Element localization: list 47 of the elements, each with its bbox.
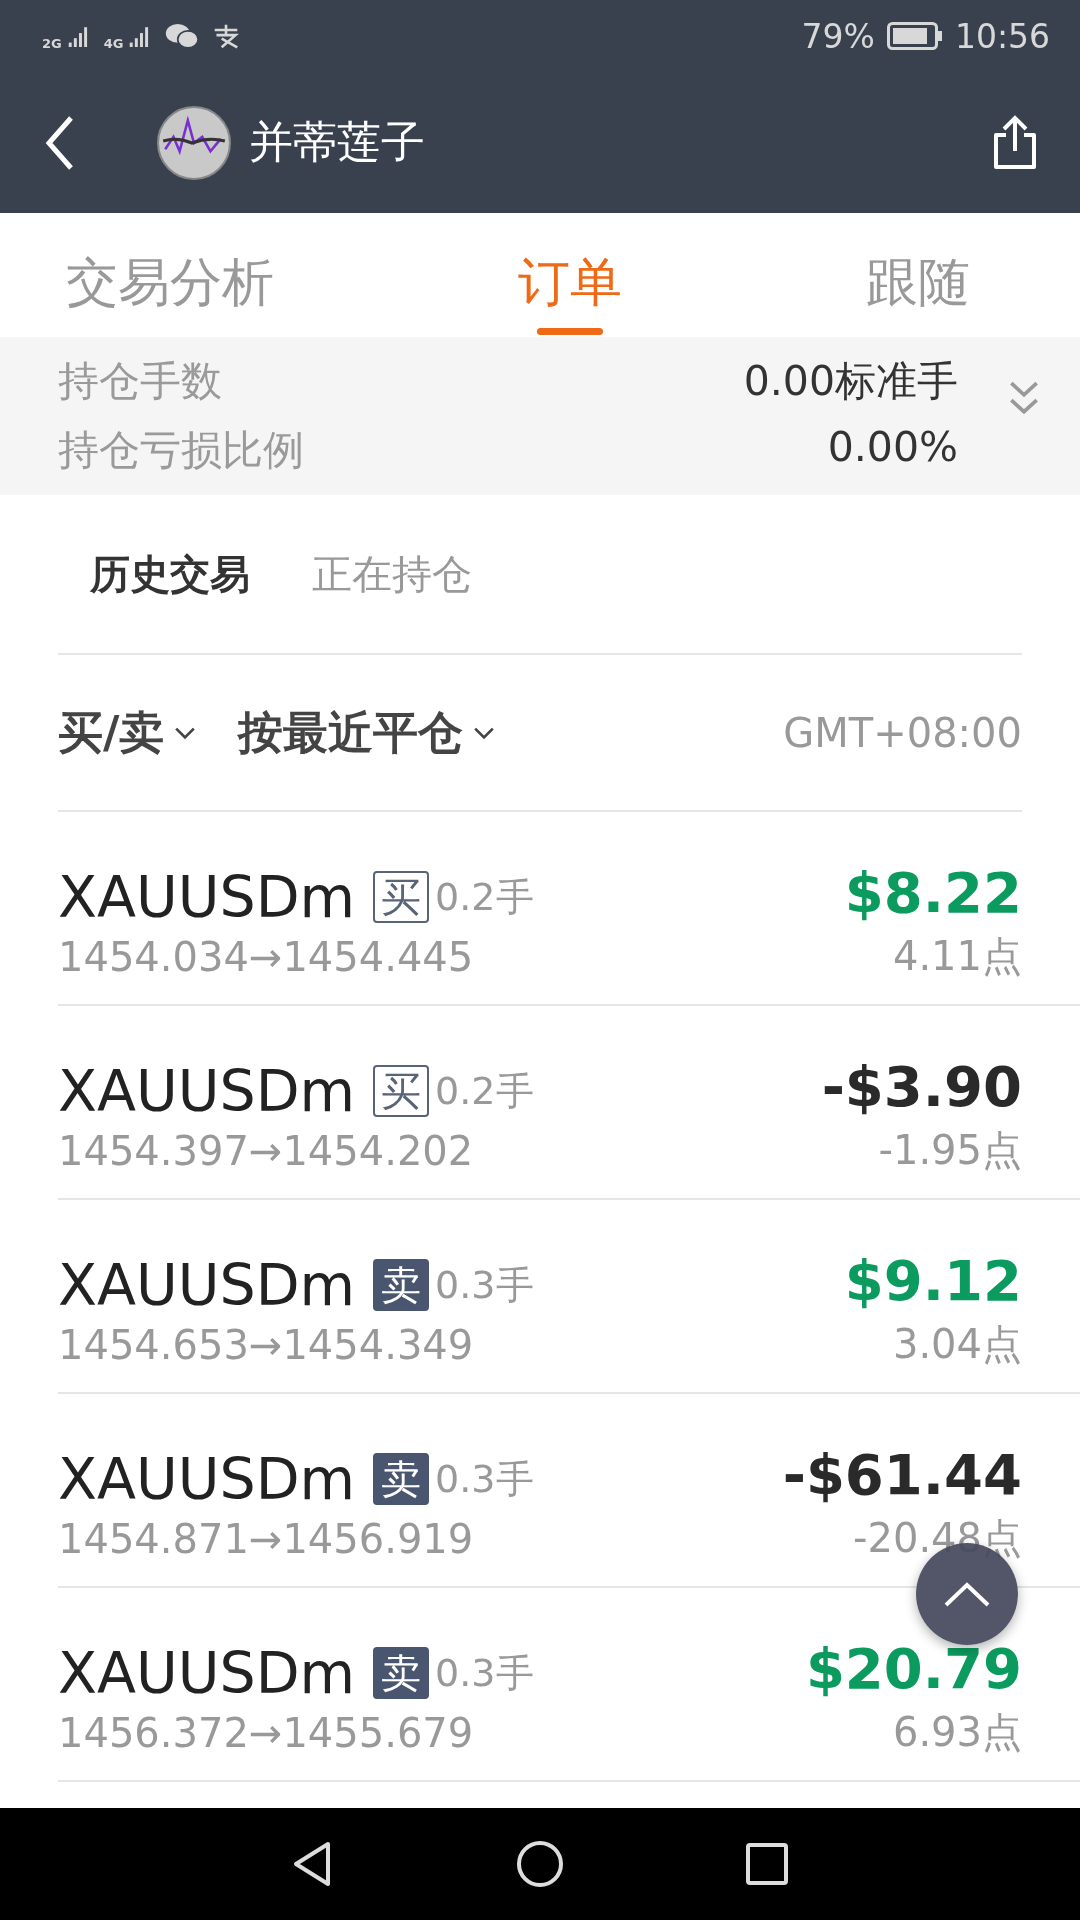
network-label: 2G [42,35,62,51]
points-label: -1.95点 [878,1126,1022,1175]
profit-amount: $20.79 [805,1636,1022,1701]
summary-value: 0.00% [827,423,958,473]
sub-tab[interactable]: 正在持仓 [312,546,472,602]
filter-dropdown[interactable]: 按最近平仓 [238,702,496,763]
lots-label: 0.2手 [435,873,534,921]
lots-label: 0.3手 [435,1261,534,1309]
network-label: 4G [103,35,124,51]
tab[interactable]: 订单 [518,228,622,337]
points-label: 3.04点 [892,1320,1022,1369]
price-range: 1454.397→1454.202 [58,1128,475,1174]
lots-label: 0.3手 [435,1649,534,1697]
sub-tab[interactable]: 历史交易 [90,546,250,602]
header-title: 并蒂莲子 [249,115,426,169]
filter-dropdown[interactable]: 买/卖 [58,702,197,763]
lots-label: 0.2手 [435,1067,534,1115]
timezone-label: GMT+08:00 [783,709,1022,756]
summary-label: 持仓亏损比例 [58,425,304,476]
profit-amount: -$3.90 [821,1054,1022,1119]
symbol-label: XAUUSDm [58,1252,356,1318]
points-label: 6.93点 [892,1708,1022,1757]
symbol-label: XAUUSDm [58,1058,356,1124]
profit-amount: $8.22 [844,860,1022,925]
price-range: 1454.871→1456.919 [58,1516,475,1562]
symbol-label: XAUUSDm [58,864,356,930]
side-tag: 买 [373,1065,430,1117]
tab[interactable]: 交易分析 [66,228,274,337]
points-label: 4.11点 [892,932,1022,981]
profit-amount: -$61.44 [782,1442,1022,1507]
summary-label: 持仓手数 [58,356,222,407]
battery-percent: 79% [801,16,875,56]
side-tag: 卖 [373,1453,430,1505]
side-tag: 卖 [373,1647,430,1699]
points-label: -20.48点 [853,1514,1022,1563]
summary-value: 0.00标准手 [743,356,958,407]
price-range: 1454.034→1454.445 [58,934,475,980]
tab[interactable]: 跟随 [866,228,970,337]
price-range: 1456.372→1455.679 [58,1710,475,1756]
side-tag: 买 [373,871,430,923]
symbol-label: XAUUSDm [58,1640,356,1706]
profit-amount: $9.12 [844,1248,1022,1313]
lots-label: 0.3手 [435,1455,534,1503]
price-range: 1454.653→1454.349 [58,1322,475,1368]
symbol-label: XAUUSDm [58,1446,356,1512]
side-tag: 卖 [373,1259,430,1311]
clock: 10:56 [954,16,1050,56]
